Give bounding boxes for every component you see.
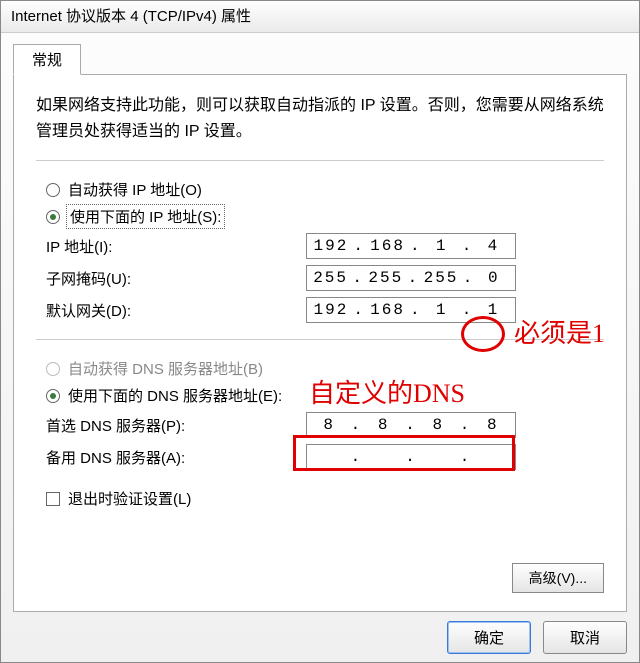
button-label: 确定 — [474, 630, 504, 647]
radio-icon — [46, 362, 60, 376]
tab-general[interactable]: 常规 — [13, 44, 81, 75]
panel-general: 如果网络支持此功能，则可以获取自动指派的 IP 设置。否则，您需要从网络系统管理… — [13, 74, 627, 612]
radio-label: 使用下面的 DNS 服务器地址(E): — [68, 385, 282, 406]
label-ip: IP 地址(I): — [46, 236, 306, 257]
ip-seg: 8 — [314, 416, 344, 434]
label-alt-dns: 备用 DNS 服务器(A): — [46, 447, 306, 468]
ip-seg: 4 — [478, 237, 508, 255]
input-ip-address[interactable]: 192. 168. 1. 4 — [306, 233, 516, 259]
group-ip: 自动获得 IP 地址(O) 使用下面的 IP 地址(S): IP 地址(I): … — [36, 160, 604, 323]
dialog-window: Internet 协议版本 4 (TCP/IPv4) 属性 常规 如果网络支持此… — [0, 0, 640, 663]
button-label: 高级(V)... — [529, 570, 587, 586]
tab-label: 常规 — [32, 52, 62, 69]
ip-seg: 255 — [368, 269, 403, 287]
dialog-footer: 确定 取消 — [447, 621, 627, 654]
input-alt-dns[interactable]: . . . — [306, 444, 516, 470]
ip-seg: 8 — [369, 416, 399, 434]
row-alt-dns: 备用 DNS 服务器(A): . . . — [46, 444, 604, 470]
radio-auto-dns: 自动获得 DNS 服务器地址(B) — [46, 358, 604, 379]
ip-seg: 8 — [423, 416, 453, 434]
description-text: 如果网络支持此功能，则可以获取自动指派的 IP 设置。否则，您需要从网络系统管理… — [36, 93, 604, 144]
ip-seg: 255 — [424, 269, 459, 287]
group-dns: 自动获得 DNS 服务器地址(B) 使用下面的 DNS 服务器地址(E): 首选… — [36, 339, 604, 470]
advanced-button[interactable]: 高级(V)... — [512, 563, 604, 593]
ip-seg: 1 — [478, 301, 508, 319]
input-subnet-mask[interactable]: 255. 255. 255. 0 — [306, 265, 516, 291]
ok-button[interactable]: 确定 — [447, 621, 531, 654]
ip-seg: 255 — [313, 269, 348, 287]
checkbox-label: 退出时验证设置(L) — [68, 488, 191, 509]
row-subnet-mask: 子网掩码(U): 255. 255. 255. 0 — [46, 265, 604, 291]
radio-icon — [46, 210, 60, 224]
row-pref-dns: 首选 DNS 服务器(P): 8. 8. 8. 8 — [46, 412, 604, 438]
input-pref-dns[interactable]: 8. 8. 8. 8 — [306, 412, 516, 438]
ip-seg: 168 — [370, 237, 405, 255]
title-text: Internet 协议版本 4 (TCP/IPv4) 属性 — [11, 8, 251, 25]
ip-seg: 1 — [427, 301, 457, 319]
checkbox-validate[interactable]: 退出时验证设置(L) — [46, 488, 604, 509]
button-label: 取消 — [570, 630, 600, 647]
radio-label: 自动获得 IP 地址(O) — [68, 179, 202, 200]
ip-seg: 1 — [427, 237, 457, 255]
ip-seg: 168 — [370, 301, 405, 319]
radio-icon — [46, 389, 60, 403]
label-pref-dns: 首选 DNS 服务器(P): — [46, 415, 306, 436]
ip-seg: 8 — [478, 416, 508, 434]
tab-strip: 常规 — [1, 33, 639, 74]
input-gateway[interactable]: 192. 168. 1. 1 — [306, 297, 516, 323]
row-ip-address: IP 地址(I): 192. 168. 1. 4 — [46, 233, 604, 259]
radio-manual-dns[interactable]: 使用下面的 DNS 服务器地址(E): — [46, 385, 604, 406]
window-title: Internet 协议版本 4 (TCP/IPv4) 属性 — [1, 1, 639, 33]
radio-manual-ip[interactable]: 使用下面的 IP 地址(S): — [46, 206, 604, 227]
row-gateway: 默认网关(D): 192. 168. 1. 1 — [46, 297, 604, 323]
ip-seg: 192 — [314, 301, 349, 319]
radio-label: 使用下面的 IP 地址(S): — [68, 206, 223, 227]
radio-icon — [46, 183, 60, 197]
label-gateway: 默认网关(D): — [46, 300, 306, 321]
cancel-button[interactable]: 取消 — [543, 621, 627, 654]
ip-seg: 192 — [314, 237, 349, 255]
ip-seg: 0 — [479, 269, 509, 287]
checkbox-icon — [46, 492, 60, 506]
label-mask: 子网掩码(U): — [46, 268, 306, 289]
radio-auto-ip[interactable]: 自动获得 IP 地址(O) — [46, 179, 604, 200]
radio-label: 自动获得 DNS 服务器地址(B) — [68, 358, 263, 379]
